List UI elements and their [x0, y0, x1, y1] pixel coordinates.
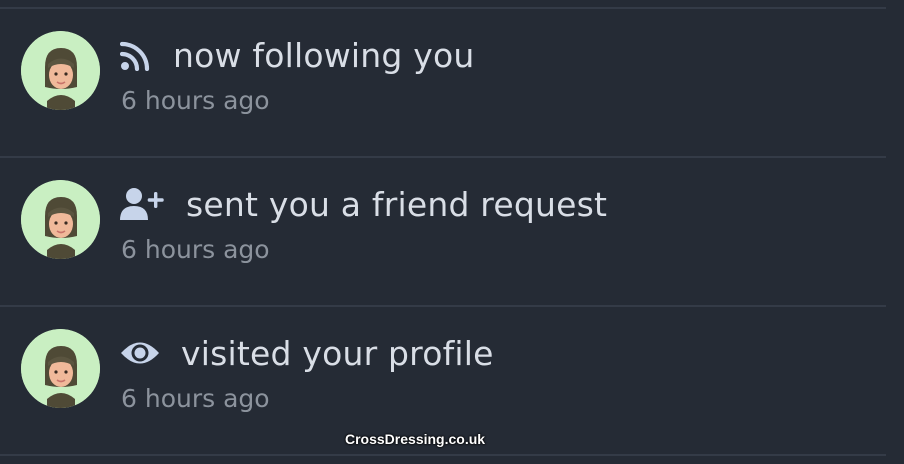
avatar[interactable] — [21, 180, 100, 259]
rss-icon — [120, 41, 150, 71]
notification-item[interactable]: now following you 6 hours ago — [0, 9, 886, 157]
divider — [0, 454, 886, 456]
avatar[interactable] — [21, 329, 100, 408]
notification-item[interactable]: sent you a friend request 6 hours ago — [0, 158, 886, 306]
watermark: CrossDressing.co.uk — [345, 431, 486, 447]
notification-time: 6 hours ago — [121, 86, 270, 115]
notification-time: 6 hours ago — [121, 235, 270, 264]
notification-message: visited your profile — [181, 334, 494, 373]
avatar[interactable] — [21, 31, 100, 110]
notification-time: 6 hours ago — [121, 384, 270, 413]
notification-feed: now following you 6 hours ago sent you a… — [0, 0, 904, 464]
notification-message: now following you — [173, 36, 475, 75]
eye-icon — [121, 342, 159, 364]
user-plus-icon — [120, 188, 164, 220]
notification-message: sent you a friend request — [186, 185, 608, 224]
